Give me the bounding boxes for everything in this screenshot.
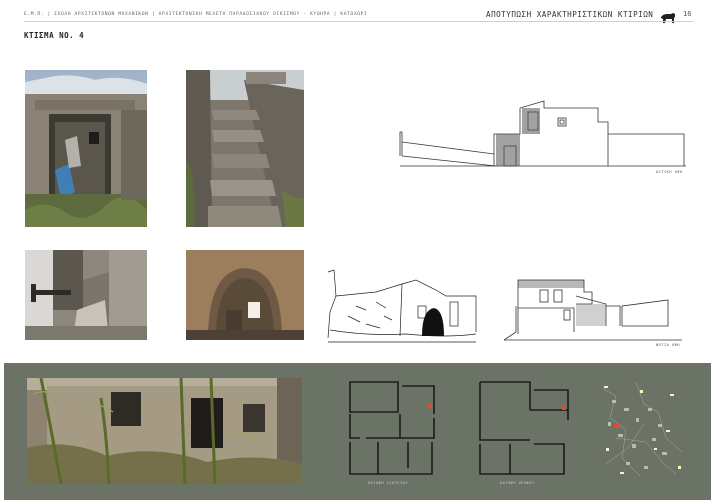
upper-floor-plan <box>476 380 572 478</box>
header-section-title: ΑΠΟΤΥΠΩΣΗ ΧΑΡΑΚΤΗΡΙΣΤΙΚΩΝ ΚΤΙΡΙΩΝ <box>486 10 654 19</box>
upper-floor-plan-caption: ΚΑΤΟΨΗ ΟΡΟΦΟΥ <box>500 481 535 485</box>
building-title: ΚΤΙΣΜΑ ΝΟ. 4 <box>24 31 85 40</box>
photo-interior-wall <box>25 250 147 340</box>
header-course-info: Ε.Μ.Π. | ΣΧΟΛΗ ΑΡΧΙΤΕΚΤΟΝΩΝ ΜΗΧΑΝΙΚΩΝ | … <box>24 12 368 17</box>
photo-vault <box>186 250 304 340</box>
south-elevation-caption: ΝΟΤΙΑ ΟΨΗ <box>656 343 680 347</box>
south-elevation-drawing <box>502 276 684 342</box>
header-divider <box>24 21 693 22</box>
page-number: 16 <box>683 10 692 18</box>
west-elevation-drawing <box>398 98 688 170</box>
site-map <box>596 378 690 484</box>
photo-stairs <box>186 70 304 227</box>
perspective-sketch <box>326 266 480 346</box>
photo-ruined-facade <box>27 378 302 484</box>
ground-floor-plan-caption: ΚΑΤΟΨΗ ΙΣΟΓΕΙΟΥ <box>368 481 408 485</box>
west-elevation-caption: ΔΥΤΙΚΗ ΟΨΗ <box>656 170 683 174</box>
ground-floor-plan <box>346 380 440 478</box>
photo-doorway <box>25 70 147 227</box>
animal-silhouette-icon <box>660 9 676 23</box>
